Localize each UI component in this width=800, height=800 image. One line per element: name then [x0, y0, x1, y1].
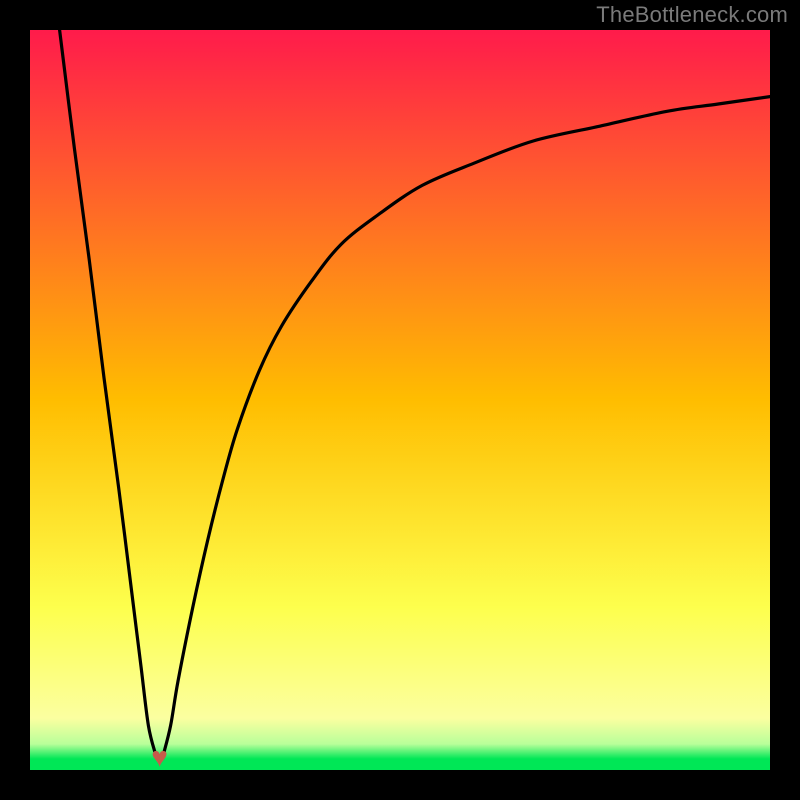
watermark-text: TheBottleneck.com	[596, 2, 788, 28]
chart-frame: TheBottleneck.com ♥	[0, 0, 800, 800]
chart-plot-area: ♥	[30, 30, 770, 770]
chart-svg: ♥	[30, 30, 770, 770]
valley-heart-icon: ♥	[151, 741, 168, 770]
